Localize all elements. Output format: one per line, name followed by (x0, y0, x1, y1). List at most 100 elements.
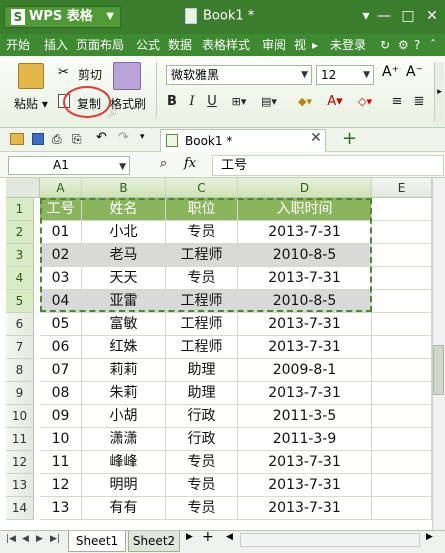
print-icon[interactable]: ⎙ (52, 132, 62, 147)
decrease-font-icon[interactable]: A⁻ (406, 64, 423, 80)
row-header-14[interactable]: 14 (6, 497, 34, 520)
zoom-search-icon[interactable]: ⌕ (160, 156, 167, 171)
cell-d11[interactable]: 2011-3-9 (238, 428, 372, 451)
sheet-tab-1[interactable]: Sheet1 (68, 531, 126, 552)
format-painter-button[interactable]: 格式刷 (110, 95, 146, 112)
cell-b11[interactable]: 潇潇 (82, 428, 166, 451)
cell-e3[interactable] (372, 244, 432, 267)
row-header-8[interactable]: 8 (6, 359, 34, 382)
cut-button[interactable]: 剪切 (78, 66, 102, 83)
align-justify-icon[interactable]: ≣ (410, 92, 428, 112)
cell-a7[interactable]: 06 (40, 336, 82, 359)
cell-c11[interactable]: 行政 (166, 428, 238, 451)
cell-d8[interactable]: 2009-8-1 (238, 359, 372, 382)
font-size-select[interactable]: 12 ▼ (316, 65, 374, 85)
select-all-corner[interactable] (6, 178, 40, 198)
table-style-icon[interactable]: ▤▾ (256, 92, 282, 112)
increase-font-icon[interactable]: A⁺ (382, 64, 399, 80)
cell-a13[interactable]: 12 (40, 474, 82, 497)
cell-e14[interactable] (372, 497, 432, 520)
row-header-13[interactable]: 13 (6, 474, 34, 497)
tab-book1[interactable]: Book1 * (160, 129, 326, 152)
menu-item-review[interactable]: 审阅 (262, 34, 286, 56)
borders-button[interactable]: ⊞▾ (226, 92, 252, 112)
fill-color-icon[interactable]: ◆▾ (292, 92, 318, 112)
cell-e11[interactable] (372, 428, 432, 451)
menu-item-formula[interactable]: 公式 (136, 34, 160, 56)
cell-c13[interactable]: 专员 (166, 474, 238, 497)
scrollbar-thumb[interactable] (433, 345, 444, 395)
save-icon[interactable] (32, 133, 44, 145)
cell-d10[interactable]: 2011-3-5 (238, 405, 372, 428)
cell-e6[interactable] (372, 313, 432, 336)
row-header-6[interactable]: 6 (6, 313, 34, 336)
column-header-c[interactable]: C (166, 178, 238, 198)
row-header-7[interactable]: 7 (6, 336, 34, 359)
clear-format-icon[interactable]: ◇▾ (352, 92, 378, 112)
row-header-12[interactable]: 12 (6, 451, 34, 474)
cell-b13[interactable]: 明明 (82, 474, 166, 497)
align-icon[interactable]: ≡ (388, 92, 406, 112)
scissors-icon[interactable]: ✂ (58, 65, 69, 80)
row-header-1[interactable]: 1 (6, 198, 34, 221)
cell-e7[interactable] (372, 336, 432, 359)
row-header-10[interactable]: 10 (6, 405, 34, 428)
menu-item-data[interactable]: 数据 (168, 34, 192, 56)
fx-icon[interactable]: fx (184, 156, 196, 171)
cell-c14[interactable]: 专员 (166, 497, 238, 520)
cell-d6[interactable]: 2013-7-31 (238, 313, 372, 336)
maximize-button[interactable]: □ (396, 6, 420, 26)
help-icon[interactable]: ? (414, 34, 420, 56)
cell-a9[interactable]: 08 (40, 382, 82, 405)
undo-icon[interactable]: ↶ (96, 130, 107, 145)
sheet-menu-icon[interactable]: ▶ (186, 532, 193, 542)
name-box[interactable]: A1 ▼ (8, 156, 130, 175)
italic-button[interactable]: I (184, 92, 200, 112)
cell-a12[interactable]: 11 (40, 451, 82, 474)
column-header-e[interactable]: E (372, 178, 432, 198)
cell-e8[interactable] (372, 359, 432, 382)
menu-more-icon[interactable]: ▸ (312, 34, 318, 56)
cell-e2[interactable] (372, 221, 432, 244)
cell-e9[interactable] (372, 382, 432, 405)
minimize-button[interactable]: — (372, 6, 396, 26)
row-header-5[interactable]: 5 (6, 290, 34, 313)
prev-sheet-icon[interactable]: ◀ (22, 534, 29, 544)
close-tab-icon[interactable]: ✕ (310, 130, 322, 146)
cell-e10[interactable] (372, 405, 432, 428)
print-preview-icon[interactable]: ⎘ (72, 132, 82, 147)
add-sheet-icon[interactable]: + (202, 529, 214, 545)
close-button[interactable]: ✕ (420, 6, 444, 26)
cell-e12[interactable] (372, 451, 432, 474)
menu-item-table-style[interactable]: 表格样式 (202, 34, 250, 56)
cell-a6[interactable]: 05 (40, 313, 82, 336)
cell-c8[interactable]: 助理 (166, 359, 238, 382)
cell-c6[interactable]: 工程师 (166, 313, 238, 336)
column-header-b[interactable]: B (82, 178, 166, 198)
ribbon-scroll-right-icon[interactable]: ▸ (434, 62, 444, 122)
app-menu-button[interactable]: S WPS 表格 ▼ (4, 6, 121, 28)
scroll-left-icon[interactable]: ◀ (226, 532, 233, 542)
cell-c7[interactable]: 工程师 (166, 336, 238, 359)
row-header-11[interactable]: 11 (6, 428, 34, 451)
cell-a11[interactable]: 10 (40, 428, 82, 451)
login-link[interactable]: 未登录 (330, 34, 366, 56)
next-sheet-icon[interactable]: ▶ (36, 534, 43, 544)
cell-b10[interactable]: 小胡 (82, 405, 166, 428)
cell-d12[interactable]: 2013-7-31 (238, 451, 372, 474)
font-select[interactable]: 微软雅黑 ▼ (166, 65, 312, 85)
column-header-a[interactable]: A (40, 178, 82, 198)
cell-d14[interactable]: 2013-7-31 (238, 497, 372, 520)
font-color-icon[interactable]: A▾ (322, 92, 348, 112)
format-painter-icon[interactable] (113, 62, 141, 90)
column-header-d[interactable]: D (238, 178, 372, 198)
underline-button[interactable]: U (204, 92, 220, 112)
cell-b12[interactable]: 峰峰 (82, 451, 166, 474)
last-sheet-icon[interactable]: ▶| (50, 534, 60, 544)
new-tab-icon[interactable]: + (342, 128, 357, 149)
first-sheet-icon[interactable]: |◀ (6, 534, 16, 544)
row-header-4[interactable]: 4 (6, 267, 34, 290)
row-header-3[interactable]: 3 (6, 244, 34, 267)
cell-c12[interactable]: 专员 (166, 451, 238, 474)
sync-icon[interactable]: ↻ (380, 34, 390, 56)
